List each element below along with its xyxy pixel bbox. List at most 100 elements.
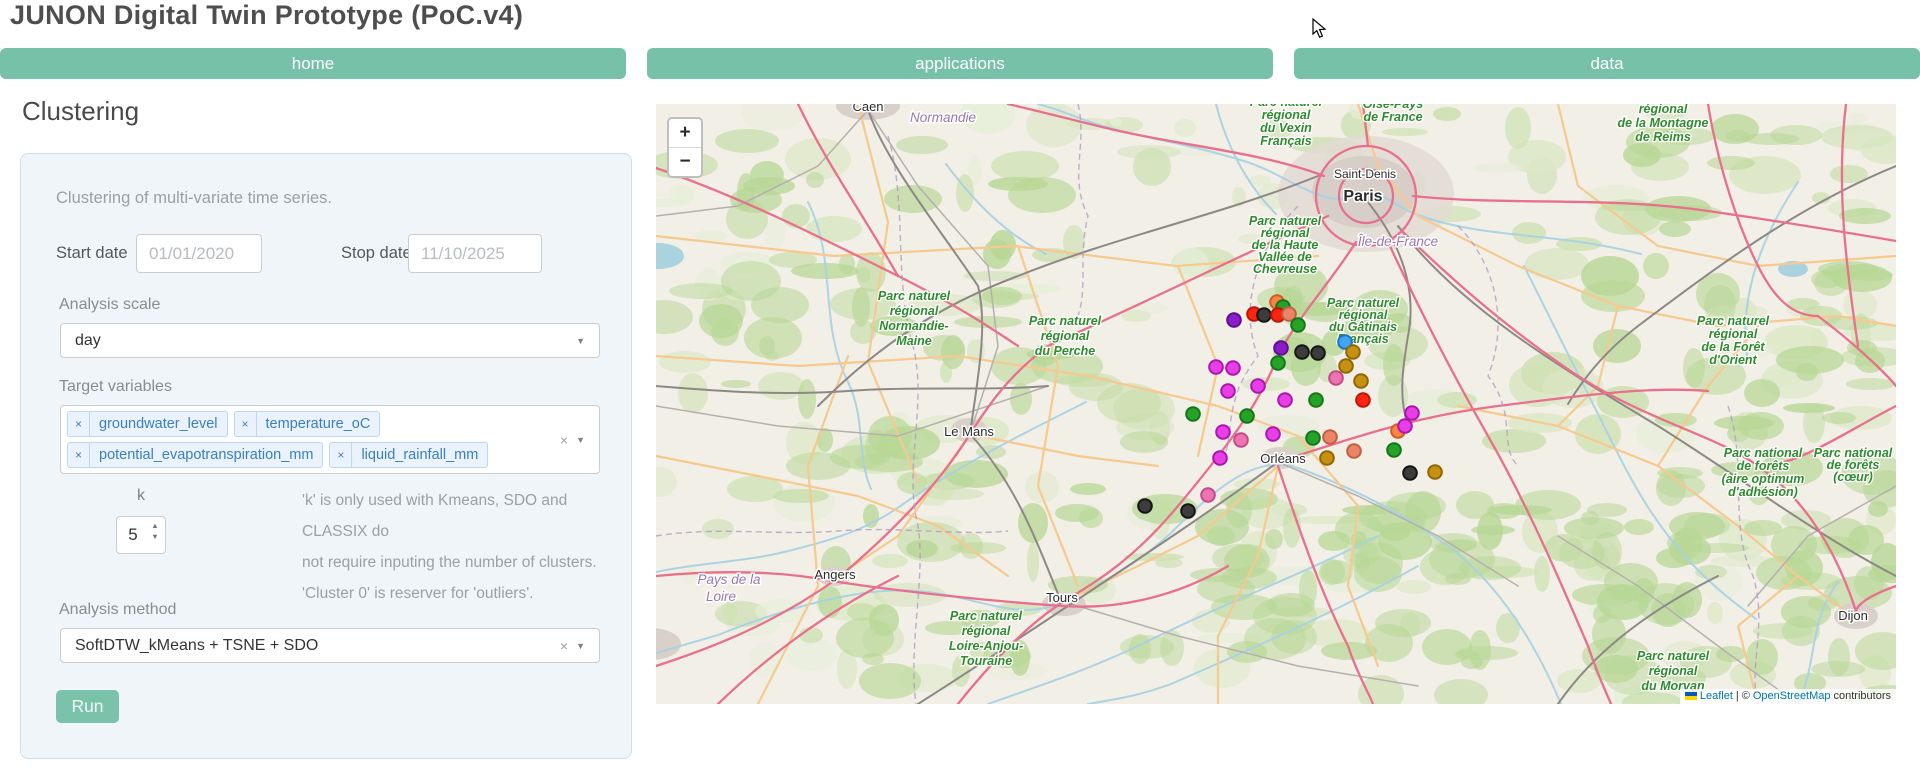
park-label: Parc naturelrégionalde la HauteVallée de…	[1249, 214, 1322, 276]
tag-label: potential_evapotranspiration_mm	[90, 443, 322, 467]
region-label: Île-de-France	[1358, 234, 1438, 249]
nav-bar: home applications data	[0, 48, 1920, 79]
map-marker-magenta[interactable]	[1266, 427, 1280, 441]
map-marker-black[interactable]	[1403, 466, 1417, 480]
map-marker-green[interactable]	[1240, 409, 1254, 423]
attribution-separator: |	[1736, 690, 1739, 702]
chevron-down-icon[interactable]: ▼	[576, 335, 585, 347]
map-marker-magenta[interactable]	[1216, 425, 1230, 439]
clustering-heading: Clustering	[22, 96, 139, 127]
page-title: JUNON Digital Twin Prototype (PoC.v4)	[10, 0, 523, 31]
map-marker-magenta[interactable]	[1405, 406, 1419, 420]
zoom-in-button[interactable]: +	[669, 119, 701, 147]
chevron-down-icon[interactable]: ▼	[576, 434, 585, 446]
map-marker-gold[interactable]	[1354, 374, 1368, 388]
map-marker-magenta[interactable]	[1398, 419, 1412, 433]
map-marker-magenta[interactable]	[1278, 393, 1292, 407]
map-marker-green[interactable]	[1306, 431, 1320, 445]
map-marker-magenta[interactable]	[1209, 360, 1223, 374]
start-date-input[interactable]	[136, 234, 262, 273]
zoom-out-button[interactable]: −	[669, 147, 701, 176]
map-marker-magenta[interactable]	[1221, 384, 1235, 398]
analysis-method-value: SoftDTW_kMeans + TSNE + SDO	[75, 629, 318, 662]
map-marker-black[interactable]	[1138, 499, 1152, 513]
analysis-scale-value: day	[75, 324, 101, 357]
map-marker-purple[interactable]	[1227, 313, 1241, 327]
map-marker-black[interactable]	[1181, 504, 1195, 518]
map-marker-black[interactable]	[1311, 346, 1325, 360]
map-container[interactable]: Parc naturelrégionalNormandie-MaineParc …	[656, 104, 1896, 704]
remove-tag-icon[interactable]: ×	[68, 412, 90, 436]
remove-tag-icon[interactable]: ×	[330, 443, 352, 467]
tag-liquid-rainfall: × liquid_rainfall_mm	[329, 442, 488, 468]
map-marker-green[interactable]	[1387, 443, 1401, 457]
map-marker-salmon[interactable]	[1323, 430, 1337, 444]
city-label: Tours	[1046, 590, 1078, 605]
park-label: Parc naturelrégionalLoire-Anjou-Touraine	[949, 609, 1023, 668]
city-label: Orléans	[1260, 451, 1306, 466]
target-variables-label: Target variables	[59, 378, 172, 396]
map-marker-gold[interactable]	[1428, 465, 1442, 479]
map-marker-salmon[interactable]	[1347, 444, 1361, 458]
clear-selection-icon[interactable]: ×	[560, 638, 568, 654]
city-label: Caen	[852, 104, 883, 114]
target-variables-select[interactable]: × groundwater_level × temperature_oC × p…	[60, 405, 600, 474]
step-up-icon[interactable]: ▲	[150, 522, 160, 530]
city-label: Saint-Denis	[1334, 167, 1396, 181]
attribution-suffix: contributors	[1834, 690, 1891, 702]
map-marker-magenta[interactable]	[1251, 379, 1265, 393]
map-marker-black[interactable]	[1295, 345, 1309, 359]
city-label: Angers	[814, 567, 856, 582]
map-marker-green[interactable]	[1291, 318, 1305, 332]
start-date-label: Start date	[56, 234, 128, 273]
k-label: k	[116, 487, 166, 505]
analysis-scale-select[interactable]: day ▼	[60, 323, 600, 358]
map-marker-green[interactable]	[1271, 356, 1285, 370]
k-number-input[interactable]: 5 ▲ ▼	[116, 516, 166, 554]
map-marker-magenta[interactable]	[1213, 451, 1227, 465]
ukraine-flag-icon	[1685, 692, 1697, 700]
step-down-icon[interactable]: ▼	[150, 533, 160, 541]
remove-tag-icon[interactable]: ×	[68, 443, 90, 467]
nav-tab-data[interactable]: data	[1294, 48, 1920, 79]
remove-tag-icon[interactable]: ×	[235, 412, 257, 436]
analysis-method-select[interactable]: SoftDTW_kMeans + TSNE + SDO × ▼	[60, 628, 600, 663]
k-help-line: not require inputing the number of clust…	[302, 547, 622, 578]
tag-temperature: × temperature_oC	[234, 411, 381, 437]
map-marker-pink[interactable]	[1329, 371, 1343, 385]
nav-tab-applications[interactable]: applications	[647, 48, 1273, 79]
map-marker-black[interactable]	[1257, 308, 1271, 322]
region-label: Pays de la	[697, 572, 761, 587]
leaflet-link[interactable]: Leaflet	[1700, 690, 1733, 702]
map-marker-green[interactable]	[1186, 407, 1200, 421]
mouse-cursor-icon	[1312, 18, 1326, 39]
tag-groundwater-level: × groundwater_level	[67, 411, 228, 437]
stop-date-input[interactable]	[408, 234, 542, 273]
park-label: Oise-Paysde France	[1363, 104, 1424, 124]
region-label: Normandie	[910, 110, 976, 125]
chevron-down-icon[interactable]: ▼	[576, 640, 585, 652]
map-marker-gold[interactable]	[1339, 359, 1353, 373]
map-marker-gold[interactable]	[1346, 345, 1360, 359]
map-marker-pink[interactable]	[1234, 433, 1248, 447]
map-marker-pink[interactable]	[1201, 488, 1215, 502]
attribution-copy: ©	[1742, 690, 1750, 702]
map-marker-gold[interactable]	[1320, 451, 1334, 465]
map-canvas: Parc naturelrégionalNormandie-MaineParc …	[656, 104, 1896, 704]
clear-all-icon[interactable]: ×	[560, 432, 568, 448]
map-marker-green[interactable]	[1309, 393, 1323, 407]
tag-label: groundwater_level	[90, 412, 227, 436]
k-value: 5	[117, 517, 149, 553]
openstreetmap-link[interactable]: OpenStreetMap	[1753, 690, 1831, 702]
map-marker-purple[interactable]	[1274, 341, 1288, 355]
stop-date-label: Stop date	[341, 234, 412, 273]
number-stepper[interactable]: ▲ ▼	[150, 522, 160, 541]
nav-tab-home[interactable]: home	[0, 48, 626, 79]
map-attribution: Leaflet | © OpenStreetMap contributors	[1680, 689, 1896, 704]
run-button[interactable]: Run	[56, 690, 119, 723]
tag-label: liquid_rainfall_mm	[352, 443, 487, 467]
map-marker-red[interactable]	[1356, 393, 1370, 407]
map-marker-magenta[interactable]	[1226, 361, 1240, 375]
tag-label: temperature_oC	[257, 412, 380, 436]
park-label: Parc nationalde forêts(aire optimumd'adh…	[1722, 446, 1805, 499]
